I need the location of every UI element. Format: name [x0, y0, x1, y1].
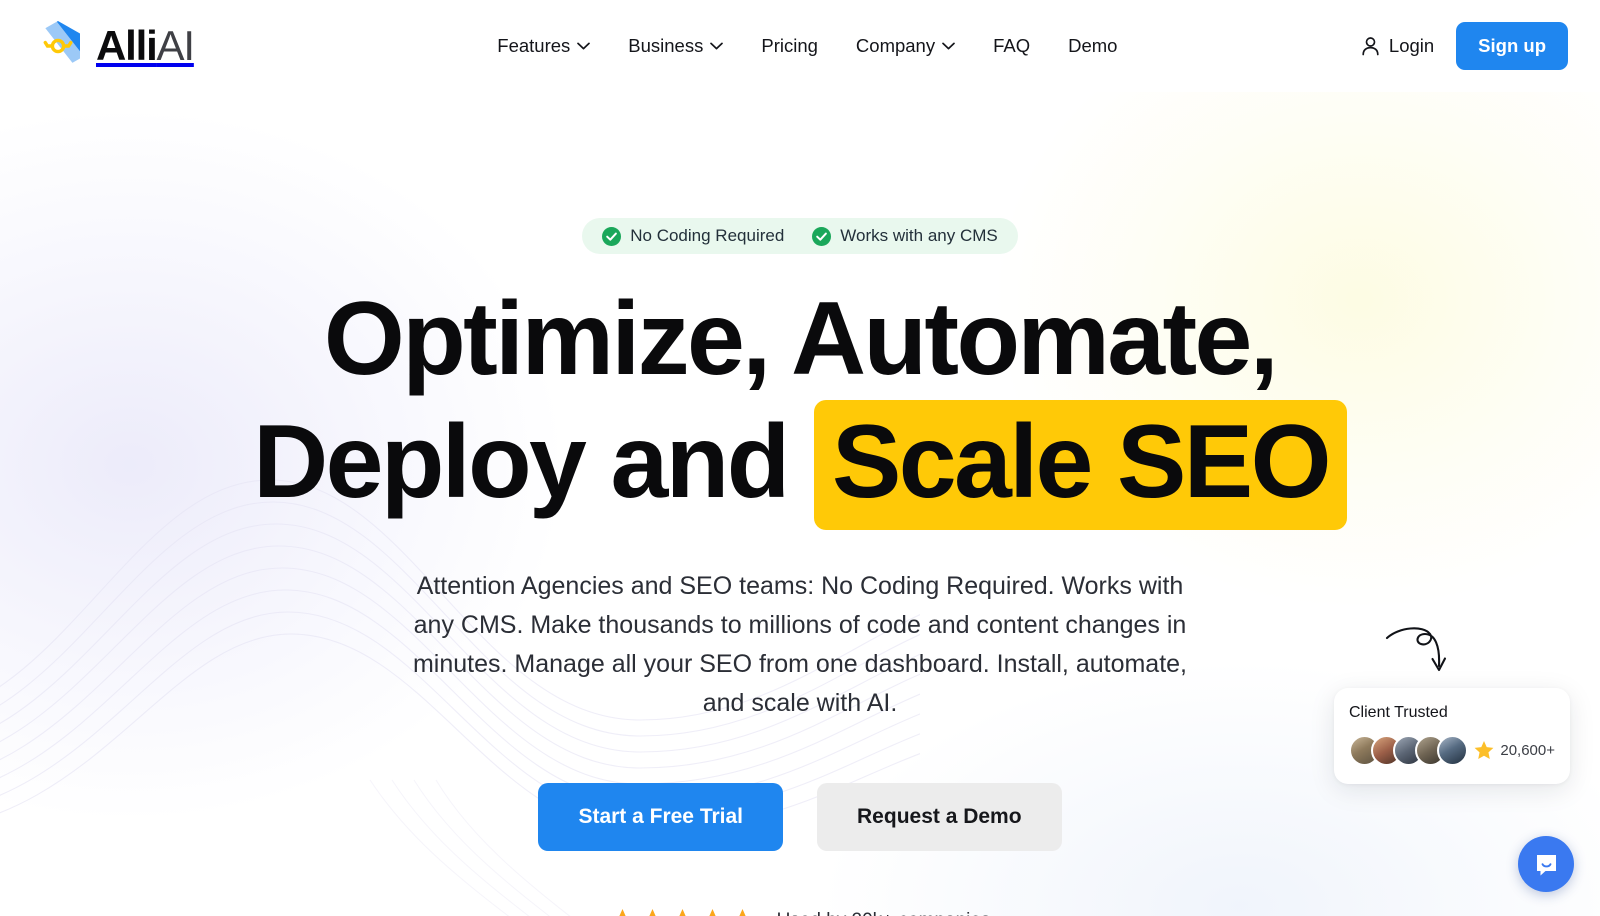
signup-button[interactable]: Sign up	[1456, 22, 1568, 70]
nav-label: Features	[497, 35, 571, 56]
curved-down-arrow-icon	[1385, 627, 1447, 672]
hero-section: No Coding Required Works with any CMS Op…	[0, 92, 1600, 916]
nav-item-pricing[interactable]: Pricing	[761, 35, 818, 57]
avatar	[1437, 735, 1468, 766]
nav-label: Demo	[1068, 35, 1118, 56]
nav-item-demo[interactable]: Demo	[1068, 35, 1117, 57]
nav-item-business[interactable]: Business	[628, 35, 724, 57]
nav-label: Pricing	[761, 35, 818, 56]
nav-label: Business	[628, 35, 704, 56]
rating-label: Used by 20k+ companies	[777, 910, 991, 916]
star-rating	[610, 909, 755, 916]
alliai-logo-icon	[36, 21, 80, 71]
landing-page: AlliAI Features Business Pricing Company…	[0, 0, 1600, 916]
headline-line-1: Optimize, Automate,	[323, 281, 1279, 397]
star-icon	[739, 909, 745, 916]
headline-line-2-prefix: Deploy and	[253, 403, 814, 520]
star-icon	[709, 909, 715, 916]
hero-cta-group: Start a Free Trial Request a Demo	[0, 783, 1600, 852]
client-trusted-count: 20,600+	[1500, 742, 1555, 759]
chevron-down-icon	[942, 42, 955, 50]
chat-widget-button[interactable]	[1518, 836, 1574, 892]
logo-wordmark: AlliAI	[96, 22, 196, 69]
chat-bubble-icon	[1536, 854, 1556, 875]
badge-works-with-any-cms: Works with any CMS	[812, 226, 998, 246]
logo-home-link[interactable]: AlliAI	[30, 18, 196, 74]
star-icon	[649, 909, 655, 916]
hero-headline: Optimize, Automate, Deploy and Scale SEO	[0, 278, 1600, 530]
request-demo-button[interactable]: Request a Demo	[817, 783, 1062, 852]
nav-item-faq[interactable]: FAQ	[993, 35, 1030, 57]
login-link[interactable]: Login	[1361, 35, 1434, 57]
nav-item-company[interactable]: Company	[856, 35, 955, 57]
check-circle-icon	[602, 226, 622, 246]
check-circle-icon	[812, 226, 832, 246]
start-free-trial-button[interactable]: Start a Free Trial	[538, 783, 784, 852]
star-icon	[1474, 741, 1494, 760]
client-trusted-row: 20,600+	[1349, 735, 1555, 766]
star-icon	[679, 909, 685, 916]
hero-subtext: Attention Agencies and SEO teams: No Cod…	[412, 572, 1188, 718]
user-icon	[1362, 37, 1379, 56]
badge-label: No Coding Required	[630, 226, 785, 245]
avatar-group	[1349, 735, 1468, 766]
client-trusted-count-group: 20,600+	[1474, 741, 1555, 760]
nav-item-features[interactable]: Features	[497, 35, 591, 57]
nav-label: Company	[855, 35, 936, 56]
site-header: AlliAI Features Business Pricing Company…	[0, 0, 1600, 92]
chevron-down-icon	[710, 42, 724, 50]
logo-word-alli: Alli	[96, 22, 158, 69]
hero-badge-group: No Coding Required Works with any CMS	[582, 218, 1018, 254]
headline-highlight: Scale SEO	[813, 399, 1347, 530]
main-navigation: Features Business Pricing Company FAQ De…	[254, 35, 1361, 57]
login-label: Login	[1388, 35, 1435, 56]
badge-label: Works with any CMS	[840, 226, 998, 245]
client-trusted-card: Client Trusted 20,600+	[1334, 688, 1570, 784]
logo-word-ai: AI	[156, 22, 196, 69]
hero-rating: Used by 20k+ companies	[0, 909, 1600, 916]
client-trusted-title: Client Trusted	[1349, 704, 1448, 721]
badge-no-coding-required: No Coding Required	[602, 226, 784, 246]
header-actions: Login Sign up	[1361, 22, 1568, 70]
star-icon	[619, 909, 625, 916]
nav-label: FAQ	[993, 35, 1031, 56]
chevron-down-icon	[577, 42, 591, 50]
